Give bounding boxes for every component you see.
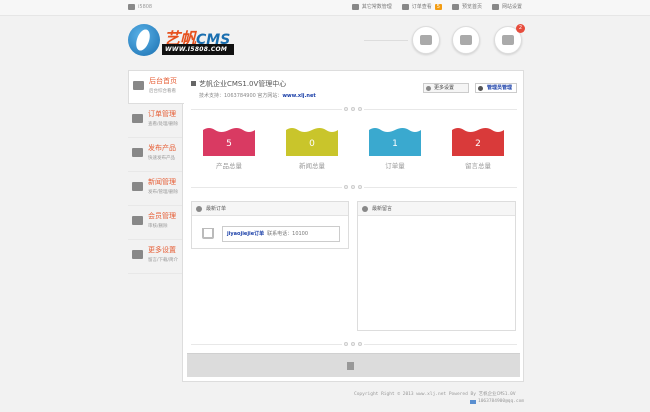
sidebar-item-orders[interactable]: 订单管理 查看/处理/删除 — [128, 104, 182, 138]
sidebar-item-publish[interactable]: 发布产品 快速发布产品 — [128, 138, 182, 172]
sidebar-item-news[interactable]: 新闻管理 发布/管理/删除 — [128, 172, 182, 206]
latest-messages-panel: 最新留言 — [357, 201, 516, 331]
document-icon — [351, 3, 359, 10]
header-divider — [364, 40, 408, 41]
welcome-block: 艺帆企业CMS1.0V管理中心 技术支持：1063784900 官方网站：www… — [191, 79, 316, 99]
cart-icon — [202, 228, 214, 239]
messages-badge: 2 — [516, 24, 525, 33]
mail-icon — [132, 114, 143, 123]
users-button[interactable] — [412, 26, 440, 54]
messages-button[interactable]: 2 — [494, 24, 525, 54]
delivery-button[interactable] — [452, 26, 480, 54]
top-link-settings[interactable]: 网站设置 — [491, 3, 522, 10]
bar-chart-icon — [128, 4, 135, 10]
cloud-icon — [451, 3, 459, 10]
logo-url: WWW.I5808.COM — [162, 44, 234, 55]
site-name: i5808 — [128, 4, 152, 10]
sidebar: 后台首页 后台综合看看 订单管理 查看/处理/删除 发布产品 快速发布产品 新闻… — [128, 70, 184, 274]
sidebar-item-members[interactable]: 会员管理 审核/删除 — [128, 206, 182, 240]
members-icon — [132, 216, 143, 225]
latest-orders-panel: 最新订单 jiyaojiejie订单 联系电话：10100 — [191, 201, 349, 249]
chart-icon — [132, 250, 143, 259]
latest-messages-title: 最新留言 — [358, 202, 515, 216]
truck-icon — [460, 35, 472, 45]
stat-products[interactable]: 5 产品总量 — [203, 126, 255, 170]
logo-sail-icon — [128, 24, 160, 56]
chat-icon — [502, 35, 514, 45]
main-panel: 艺帆企业CMS1.0V管理中心 技术支持：1063784900 官方网站：www… — [182, 70, 524, 382]
top-link-preview[interactable]: 预览首页 — [451, 3, 482, 10]
welcome-title: 艺帆企业CMS1.0V管理中心 — [191, 79, 316, 89]
sidebar-item-more[interactable]: 更多设置 留言/下载/简介 — [128, 240, 182, 274]
stat-messages[interactable]: 2 留言总量 — [452, 126, 504, 170]
logo[interactable]: 艺帆CMS WWW.I5808.COM — [128, 24, 234, 58]
sliders-icon — [491, 3, 499, 10]
top-link-orders[interactable]: 订单查看 5 — [401, 3, 442, 10]
more-settings-button[interactable]: 更多设置 — [423, 83, 469, 93]
users-icon — [420, 35, 432, 45]
support-info: 技术支持：1063784900 官方网站：www.xlj.net — [199, 93, 316, 99]
admin-manage-button[interactable]: 管理员管理 — [475, 83, 517, 93]
bottom-bar — [187, 353, 520, 377]
copyright: Copyright Right © 2013 www.xlj.net Power… — [354, 392, 516, 397]
sidebar-item-home[interactable]: 后台首页 后台综合看看 — [128, 70, 184, 104]
pager-dots — [342, 107, 364, 111]
order-item[interactable]: jiyaojiejie订单 联系电话：10100 — [222, 226, 340, 242]
latest-orders-title: 最新订单 — [192, 202, 348, 216]
document-icon — [347, 362, 354, 370]
top-links: 其它常数管理 订单查看 5 预览首页 网站设置 — [351, 3, 522, 10]
top-bar: i5808 其它常数管理 订单查看 5 预览首页 网站设置 — [0, 0, 650, 16]
contact-email[interactable]: 1063784900@qq.com — [470, 399, 524, 404]
mail-icon — [470, 399, 476, 404]
orders-badge: 5 — [434, 3, 442, 10]
home-icon — [133, 81, 144, 90]
pager-dots — [342, 185, 364, 189]
pager-dots — [342, 342, 364, 346]
top-link-other[interactable]: 其它常数管理 — [351, 3, 392, 10]
news-icon — [132, 182, 143, 191]
edit-icon — [132, 148, 143, 157]
stat-orders[interactable]: 1 订单量 — [369, 126, 421, 170]
official-site-link[interactable]: www.xlj.net — [282, 93, 315, 99]
wifi-icon — [191, 81, 196, 86]
mail-icon — [401, 3, 409, 10]
stat-news[interactable]: 0 新闻总量 — [286, 126, 338, 170]
